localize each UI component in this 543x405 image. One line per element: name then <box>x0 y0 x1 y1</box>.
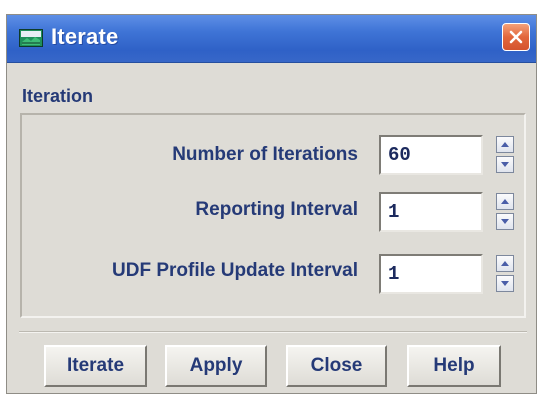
close-icon[interactable] <box>502 23 530 51</box>
apply-button[interactable]: Apply <box>165 345 267 387</box>
close-button[interactable]: Close <box>286 345 387 387</box>
spin-down-button[interactable] <box>496 275 514 292</box>
spin-up-button[interactable] <box>496 255 514 272</box>
reporting-interval-spinner[interactable] <box>496 193 514 231</box>
fluent-app-icon <box>19 29 43 47</box>
spin-up-button[interactable] <box>496 193 514 210</box>
button-separator <box>19 331 527 333</box>
help-button[interactable]: Help <box>407 345 501 387</box>
arrow-up-icon <box>501 142 509 147</box>
number-of-iterations-label: Number of Iterations <box>172 144 358 165</box>
arrow-up-icon <box>501 199 509 204</box>
iteration-group-label: Iteration <box>22 86 94 106</box>
window-title: Iterate <box>51 24 119 49</box>
spin-down-button[interactable] <box>496 156 514 173</box>
spin-up-button[interactable] <box>496 136 514 153</box>
udf-profile-update-interval-label: UDF Profile Update Interval <box>112 260 358 281</box>
reporting-interval-label: Reporting Interval <box>195 199 358 220</box>
udf-profile-update-interval-input[interactable]: 1 <box>379 254 483 294</box>
close-x-glyph <box>509 30 523 44</box>
reporting-interval-input[interactable]: 1 <box>379 192 483 232</box>
number-of-iterations-input[interactable]: 60 <box>379 135 483 175</box>
number-of-iterations-spinner[interactable] <box>496 136 514 174</box>
spin-down-button[interactable] <box>496 213 514 230</box>
iterate-button[interactable]: Iterate <box>44 345 147 387</box>
arrow-down-icon <box>501 281 509 286</box>
arrow-up-icon <box>501 261 509 266</box>
udf-profile-update-interval-spinner[interactable] <box>496 255 514 293</box>
arrow-down-icon <box>501 162 509 167</box>
arrow-down-icon <box>501 219 509 224</box>
iterate-dialog: Iterate Iteration Number of Iterations 6… <box>6 14 537 394</box>
title-bar[interactable]: Iterate <box>7 15 536 63</box>
